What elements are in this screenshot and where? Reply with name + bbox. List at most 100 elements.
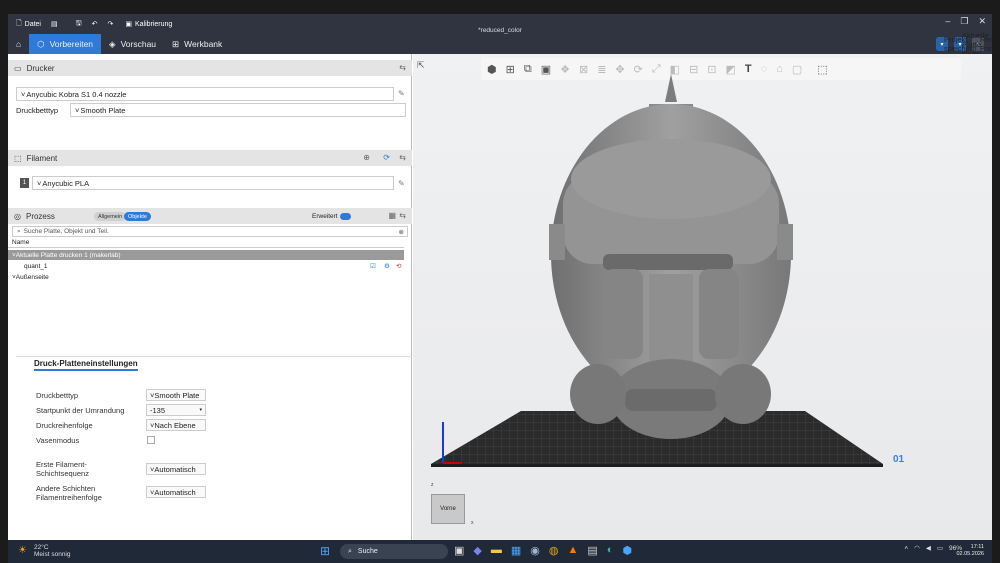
grid-icon: ⊞ — [172, 38, 180, 49]
remote-print-button[interactable]: ▾ Remote Print — [972, 35, 992, 53]
checkbox-icon[interactable]: ☑ — [370, 262, 376, 270]
view-cube[interactable]: Vorne — [431, 494, 465, 524]
filament-section-header: ⬚ Filament ⊕ ⟳ ⇆ — [8, 150, 412, 166]
setting-first-layer-seq-value: Automatisch — [154, 464, 196, 474]
tab-preview-label: Vorschau — [120, 39, 157, 49]
teams-icon[interactable]: ◆ — [473, 544, 481, 557]
tree-row-object[interactable]: quant_1 ☑ ⚙ ⟲ — [8, 261, 404, 271]
chrome-icon[interactable]: ◍ — [549, 544, 559, 557]
slicer-app-icon[interactable]: ⬢ — [622, 544, 632, 557]
setting-label-first-layer-seq: Erste Filament-Schichtsequenz — [36, 460, 89, 478]
view-cube-axis-x: x — [471, 520, 474, 526]
settings-icon[interactable]: ⇆ — [399, 153, 406, 162]
delete-icon[interactable]: ⟲ — [396, 262, 401, 270]
clear-icon[interactable]: ⊗ — [399, 228, 404, 236]
setting-start-point-input[interactable]: -135 ▾ — [146, 404, 206, 416]
store-icon[interactable]: ▦ — [511, 544, 521, 557]
weather-widget[interactable]: 22°C Meist sonnig — [34, 544, 71, 558]
slice-plate-button[interactable]: ▾ Aktuelle Platte slicen — [954, 31, 989, 58]
tab-workbench-label: Werkbank — [184, 39, 223, 49]
process-section-header: ◎ Prozess ▦ ⇆ — [8, 208, 412, 224]
tab-plate-settings[interactable]: Druck-Platteneinstellungen — [34, 359, 138, 371]
wifi-icon[interactable]: ◠ — [914, 544, 920, 552]
printer-select[interactable]: ˅ Anycubic Kobra S1 0.4 nozzle — [16, 87, 394, 101]
chevron-up-icon[interactable]: ˄ — [904, 545, 908, 552]
filament-header: Filament — [26, 153, 58, 163]
save-project-button[interactable]: ▾ Projekt speichern — [936, 35, 977, 53]
copy-icon[interactable]: ▦ — [388, 211, 396, 220]
system-tray: ˄ ◠ ◀ ▭ 96% — [904, 544, 962, 553]
vlc-icon[interactable]: ▲ — [568, 544, 579, 557]
printer-icon: ▭ — [14, 63, 22, 73]
action-buttons: ▾ Projekt speichern ▾ Aktuelle Platte sl… — [936, 31, 992, 58]
tree-row-outer[interactable]: ˅ Außenseite — [8, 272, 404, 282]
tab-workbench[interactable]: ⊞ Werkbank — [164, 34, 230, 54]
edit-icon[interactable]: ✎ — [398, 89, 405, 98]
add-filament-icon[interactable]: ⊕ — [363, 153, 370, 162]
time: 17:11 — [970, 544, 984, 550]
bed-type-value: Smooth Plate — [80, 105, 126, 115]
search-icon: ⌕ — [348, 547, 352, 555]
setting-first-layer-seq-select[interactable]: ˅ Automatisch — [146, 463, 206, 475]
steam-icon[interactable]: ◉ — [530, 544, 540, 557]
edge-icon[interactable]: ◐ — [607, 544, 614, 557]
explorer-icon[interactable]: ▬ — [491, 544, 502, 557]
minimize-icon[interactable]: – — [945, 16, 950, 27]
tab-prepare-label: Vorbereiten — [49, 39, 94, 49]
divider — [16, 356, 412, 357]
document-title: *reduced_color — [478, 27, 522, 34]
home-icon: ⌂ — [16, 39, 22, 49]
volume-icon[interactable]: ◀ — [926, 544, 931, 552]
view-cube-label: Vorne — [440, 506, 456, 512]
mode-objects-toggle[interactable]: Objekte — [124, 212, 151, 221]
sync-icon[interactable]: ⟳ — [383, 153, 390, 162]
mode-general-toggle[interactable]: Allgemein — [94, 212, 127, 221]
setting-print-order-select[interactable]: ˅ Nach Ebene — [146, 419, 206, 431]
search-icon: ⌕ — [17, 227, 21, 235]
setting-other-layers-select[interactable]: ˅ Automatisch — [146, 486, 206, 498]
tab-preview[interactable]: ◈ Vorschau — [101, 34, 164, 54]
weather-text: Meist sonnig — [34, 551, 71, 558]
settings-icon[interactable]: ⚙ — [384, 262, 390, 270]
stepper-icon[interactable]: ▾ — [199, 407, 202, 413]
object-row-label: quant_1 — [24, 262, 48, 270]
setting-bed-type-select[interactable]: ˅ Smooth Plate — [146, 389, 206, 401]
settings-icon[interactable]: ⇆ — [399, 63, 406, 72]
setting-label-vase-mode: Vasenmodus — [36, 436, 80, 445]
weather-icon[interactable]: ☀ — [18, 545, 27, 556]
3d-viewport[interactable]: ⇱ ⬢ ⊞ ⧉ ▣ ❖ ⊠ ≣ ✥ ⟳ ⤢ ◧ ⊟ ⊡ ◩ T ◌ ⌂ ▢ ⬚ — [413, 54, 992, 540]
vase-mode-checkbox[interactable] — [147, 436, 155, 444]
chevron-down-icon: ˅ — [21, 89, 26, 99]
settings-icon[interactable]: ⇆ — [399, 211, 406, 220]
battery-icon[interactable]: ▭ — [937, 544, 943, 552]
window-controls: – ❐ ✕ — [945, 16, 986, 27]
home-tab[interactable]: ⌂ — [8, 34, 29, 54]
task-view-icon[interactable]: ▣ — [454, 544, 464, 557]
advanced-label: Erweitert — [312, 213, 338, 220]
advanced-toggle[interactable] — [340, 213, 351, 220]
taskbar-search[interactable]: ⌕ Suche — [340, 544, 448, 559]
clock[interactable]: 17:11 02.05.2026 — [956, 544, 984, 558]
setting-label-print-order: Druckreihenfolge — [36, 421, 93, 430]
tab-prepare[interactable]: ⬡ Vorbereiten — [29, 34, 102, 54]
edit-icon[interactable]: ✎ — [398, 179, 405, 188]
helmet-model — [549, 74, 793, 439]
printer-header: Drucker — [26, 63, 55, 73]
column-header-name: Name — [8, 238, 404, 248]
start-icon[interactable]: ⊞ — [320, 544, 330, 558]
cube-icon: ⬡ — [37, 38, 45, 49]
filament-select[interactable]: ˅ Anycubic PLA — [32, 176, 394, 190]
close-icon[interactable]: ✕ — [978, 16, 986, 27]
temperature: 22°C — [34, 544, 49, 551]
bed-type-label: Druckbetttyp — [16, 106, 59, 115]
search-input[interactable]: ⌕ Suche Platte, Objekt und Teil. ⊗ — [12, 226, 408, 237]
search-placeholder: Suche Platte, Objekt und Teil. — [23, 228, 109, 235]
scene — [431, 74, 883, 467]
filament-value: Anycubic PLA — [42, 178, 90, 188]
maximize-icon[interactable]: ❐ — [960, 16, 968, 27]
outer-row-label: Außenseite — [15, 273, 49, 281]
app-icon[interactable]: ▤ — [587, 544, 597, 557]
bed-type-select[interactable]: ˅ Smooth Plate — [70, 103, 406, 117]
date: 02.05.2026 — [956, 551, 984, 557]
tree-row-plate[interactable]: ˅ Aktuelle Platte drucken 1 (makerlab) — [8, 250, 404, 260]
